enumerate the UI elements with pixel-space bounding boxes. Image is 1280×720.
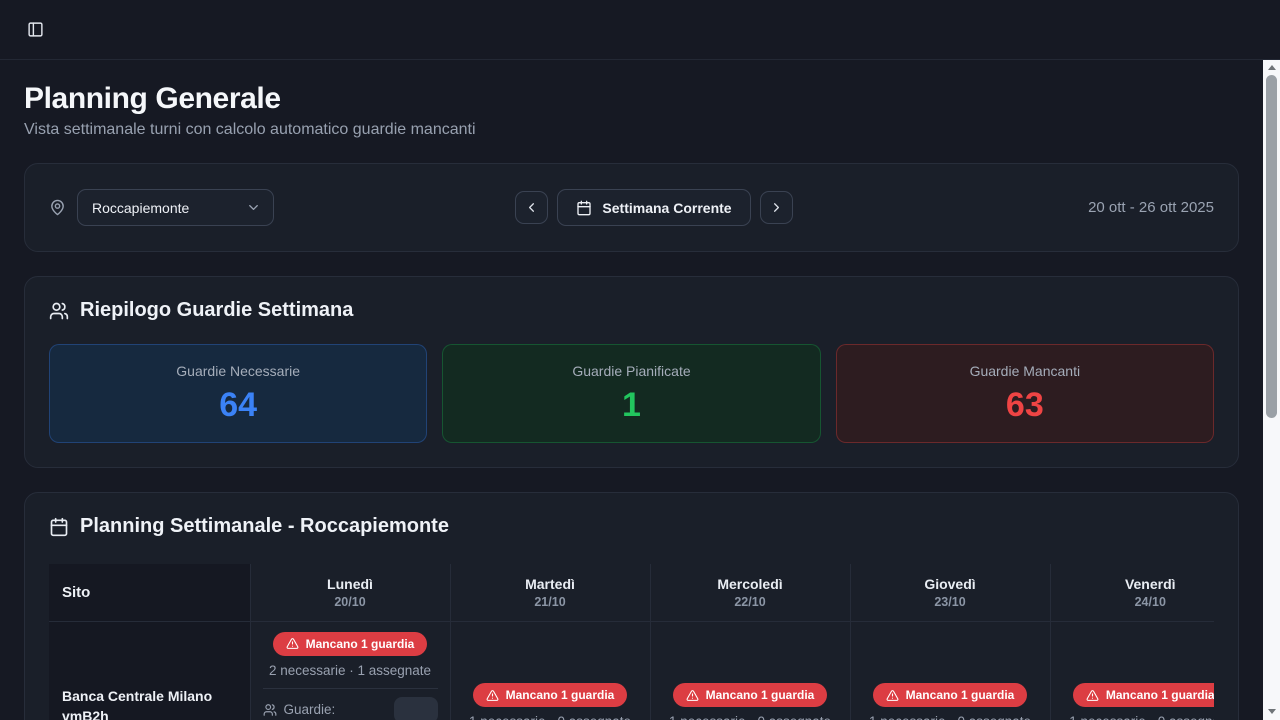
cell-detail: 1 necessarie · 0 assegnate bbox=[461, 714, 640, 720]
stat-value: 63 bbox=[1006, 386, 1044, 425]
stat-value: 1 bbox=[622, 386, 641, 425]
scrollbar-up-arrow-icon[interactable] bbox=[1263, 60, 1280, 75]
location-select-value: Roccapiemonte bbox=[92, 200, 189, 216]
triangle-alert-icon bbox=[686, 689, 699, 702]
calendar-icon bbox=[49, 517, 69, 537]
calendar-icon bbox=[576, 200, 592, 216]
table-row: Banca Centrale Milano vmB2h_ Mancano 1 g… bbox=[49, 621, 1214, 720]
cell-divider bbox=[263, 688, 438, 689]
cell-wednesday: Mancano 1 guardia 1 necessarie · 0 asseg… bbox=[650, 621, 850, 720]
stat-label: Guardie Mancanti bbox=[970, 363, 1081, 379]
chevron-down-icon bbox=[246, 200, 261, 215]
panel-left-icon bbox=[27, 21, 44, 38]
column-header-wednesday: Mercoledì 22/10 bbox=[650, 564, 850, 621]
cell-monday: Mancano 1 guardia 2 necessarie · 1 asseg… bbox=[250, 621, 450, 720]
current-week-button[interactable]: Settimana Corrente bbox=[557, 189, 750, 226]
location-select[interactable]: Roccapiemonte bbox=[77, 189, 274, 226]
column-header-site: Sito bbox=[49, 564, 250, 621]
previous-week-button[interactable] bbox=[515, 191, 548, 224]
users-icon bbox=[263, 703, 277, 717]
planning-table: Sito Lunedì 20/10 Martedì 21/10 Mercoled… bbox=[49, 564, 1214, 720]
guards-label: Guardie: bbox=[284, 702, 336, 717]
planning-card: Planning Settimanale - Roccapiemonte Sit… bbox=[24, 492, 1239, 720]
next-week-button[interactable] bbox=[760, 191, 793, 224]
scrollbar-down-arrow-icon[interactable] bbox=[1263, 704, 1280, 719]
missing-guard-badge: Mancano 1 guardia bbox=[473, 683, 628, 707]
cell-detail: 1 necessarie · 0 assegnate bbox=[661, 714, 840, 720]
scrollbar-thumb[interactable] bbox=[1266, 75, 1277, 418]
cell-tuesday: Mancano 1 guardia 1 necessarie · 0 asseg… bbox=[450, 621, 650, 720]
site-name: Banca Centrale Milano vmB2h_ bbox=[49, 621, 250, 720]
triangle-alert-icon bbox=[1086, 689, 1099, 702]
stat-guards-missing: Guardie Mancanti 63 bbox=[836, 344, 1214, 443]
missing-guard-badge: Mancano 1 guardia bbox=[673, 683, 828, 707]
page-content: Planning Generale Vista settimanale turn… bbox=[0, 60, 1263, 720]
chevron-right-icon bbox=[769, 200, 784, 215]
missing-guard-badge: Mancano 1 guardia bbox=[1073, 683, 1214, 707]
column-header-friday: Venerdì 24/10 bbox=[1050, 564, 1214, 621]
missing-guard-badge: Mancano 1 guardia bbox=[873, 683, 1028, 707]
current-week-button-label: Settimana Corrente bbox=[602, 200, 731, 216]
cell-detail: 1 necessarie · 0 assegnate bbox=[1061, 714, 1215, 720]
cell-detail: 2 necessarie · 1 assegnate bbox=[261, 663, 440, 678]
cell-friday: Mancano 1 guardia 1 necessarie · 0 asseg… bbox=[1050, 621, 1214, 720]
planning-title: Planning Settimanale - Roccapiemonte bbox=[80, 515, 449, 538]
stat-guards-planned: Guardie Pianificate 1 bbox=[442, 344, 820, 443]
filter-toolbar: Roccapiemonte Settimana Corrente bbox=[24, 163, 1239, 252]
main-area: Planning Generale Vista settimanale turn… bbox=[0, 60, 1280, 720]
users-icon bbox=[49, 301, 69, 321]
guard-chip[interactable] bbox=[394, 697, 438, 720]
column-header-monday: Lunedì 20/10 bbox=[250, 564, 450, 621]
stat-label: Guardie Necessarie bbox=[176, 363, 300, 379]
sidebar-toggle-button[interactable] bbox=[20, 15, 50, 45]
page-title: Planning Generale bbox=[24, 82, 1239, 116]
planning-table-wrap: Sito Lunedì 20/10 Martedì 21/10 Mercoled… bbox=[49, 564, 1214, 720]
summary-title: Riepilogo Guardie Settimana bbox=[80, 299, 353, 322]
page-subtitle: Vista settimanale turni con calcolo auto… bbox=[24, 121, 1239, 139]
cell-detail: 1 necessarie · 0 assegnate bbox=[861, 714, 1040, 720]
stat-label: Guardie Pianificate bbox=[572, 363, 690, 379]
map-pin-icon bbox=[49, 199, 66, 216]
chevron-left-icon bbox=[524, 200, 539, 215]
column-header-thursday: Giovedì 23/10 bbox=[850, 564, 1050, 621]
vertical-scrollbar[interactable] bbox=[1263, 60, 1280, 720]
triangle-alert-icon bbox=[886, 689, 899, 702]
table-header-row: Sito Lunedì 20/10 Martedì 21/10 Mercoled… bbox=[49, 564, 1214, 621]
triangle-alert-icon bbox=[486, 689, 499, 702]
stat-value: 64 bbox=[219, 386, 257, 425]
missing-guard-badge: Mancano 1 guardia bbox=[273, 632, 428, 656]
stat-guards-needed: Guardie Necessarie 64 bbox=[49, 344, 427, 443]
topbar bbox=[0, 0, 1280, 60]
column-header-tuesday: Martedì 21/10 bbox=[450, 564, 650, 621]
summary-card: Riepilogo Guardie Settimana Guardie Nece… bbox=[24, 276, 1239, 468]
week-date-range: 20 ott - 26 ott 2025 bbox=[793, 199, 1214, 216]
triangle-alert-icon bbox=[286, 637, 299, 650]
cell-thursday: Mancano 1 guardia 1 necessarie · 0 asseg… bbox=[850, 621, 1050, 720]
